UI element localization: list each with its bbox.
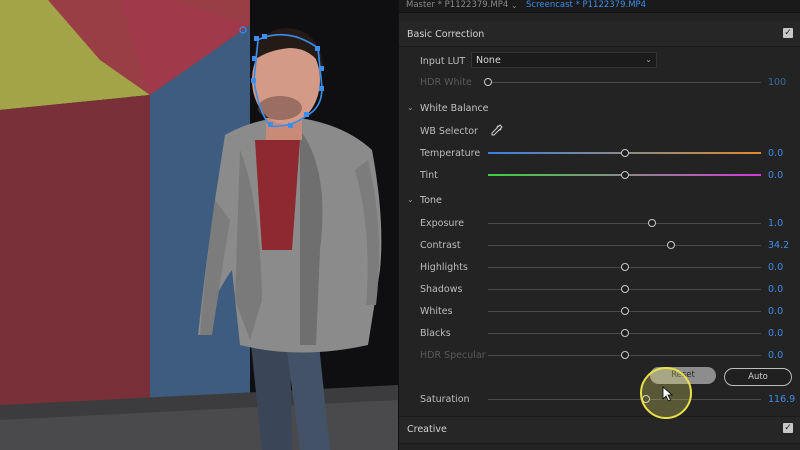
white-balance-title: White Balance (420, 103, 489, 114)
tab-master-clip[interactable]: Master * P1122379.MP4 (406, 0, 508, 11)
slider-knob[interactable] (620, 351, 629, 359)
slider-knob[interactable] (620, 329, 629, 337)
slider-label: Shadows (420, 284, 463, 295)
video-frame (0, 0, 398, 450)
input-lut-row: Input LUT None ⌄ (399, 52, 800, 69)
tone-slider-exposure: Exposure 1.0 (399, 215, 800, 231)
input-lut-dropdown[interactable]: None ⌄ (471, 52, 657, 68)
slider-value[interactable]: 0.0 (768, 284, 783, 295)
slider-track[interactable] (488, 223, 761, 224)
slider-label: Highlights (420, 262, 468, 273)
hdr-white-value[interactable]: 100 (768, 77, 786, 88)
chevron-down-icon[interactable]: ⌄ (511, 0, 518, 11)
tab-screencast-clip[interactable]: Screencast * P1122379.MP4 (526, 0, 646, 11)
slider-knob[interactable] (620, 307, 629, 315)
wb-selector-label: WB Selector (420, 126, 478, 137)
saturation-label: Saturation (420, 394, 470, 405)
basic-correction-header[interactable]: Basic Correction ✓ (399, 22, 800, 47)
program-monitor[interactable] (0, 0, 398, 450)
input-lut-value: None (476, 55, 501, 66)
section-title: Creative (407, 424, 447, 435)
lumetri-color-panel: Master * P1122379.MP4 ⌄ Screencast * P11… (398, 0, 800, 450)
tint-row: Tint 0.0 (399, 167, 800, 183)
tone-header[interactable]: ⌄ Tone (399, 194, 800, 208)
slider-label: Exposure (420, 218, 464, 229)
wb-selector-row: WB Selector (399, 123, 800, 139)
slider-knob[interactable] (666, 241, 675, 249)
saturation-value[interactable]: 116.9 (768, 394, 795, 405)
clip-tab-bar: Master * P1122379.MP4 ⌄ Screencast * P11… (399, 0, 800, 13)
saturation-track[interactable] (488, 399, 761, 400)
slider-value[interactable]: 0.0 (768, 262, 783, 273)
slider-value[interactable]: 0.0 (768, 328, 783, 339)
hdr-white-row: HDR White 100 (399, 74, 800, 90)
tone-slider-blacks: Blacks 0.0 (399, 325, 800, 341)
slider-value[interactable]: 0.0 (768, 306, 783, 317)
chevron-down-icon: ⌄ (645, 55, 652, 64)
tint-label: Tint (420, 170, 438, 181)
tone-slider-hdr-specular: HDR Specular 0.0 (399, 347, 800, 363)
saturation-row: Saturation 116.9 (399, 391, 800, 407)
white-balance-header[interactable]: ⌄ White Balance (399, 102, 800, 116)
temperature-value[interactable]: 0.0 (768, 148, 783, 159)
slider-label: Contrast (420, 240, 461, 251)
eyedropper-icon[interactable] (491, 124, 503, 136)
tone-slider-highlights: Highlights 0.0 (399, 259, 800, 275)
hdr-white-label: HDR White (420, 77, 472, 88)
slider-label: Whites (420, 306, 453, 317)
tint-value[interactable]: 0.0 (768, 170, 783, 181)
chevron-down-icon: ⌄ (407, 195, 414, 204)
slider-knob[interactable] (620, 285, 629, 293)
temperature-label: Temperature (420, 148, 481, 159)
creative-header[interactable]: Creative ✓ (399, 416, 800, 444)
slider-knob[interactable] (620, 263, 629, 271)
temperature-knob[interactable] (620, 149, 629, 157)
slider-value[interactable]: 1.0 (768, 218, 783, 229)
slider-knob[interactable] (647, 219, 656, 227)
slider-label: Blacks (420, 328, 451, 339)
section-title: Basic Correction (407, 29, 485, 40)
mouse-cursor-icon (662, 386, 674, 402)
input-lut-label: Input LUT (420, 56, 466, 67)
hdr-white-knob[interactable] (484, 78, 492, 86)
tone-slider-whites: Whites 0.0 (399, 303, 800, 319)
temperature-row: Temperature 0.0 (399, 145, 800, 161)
slider-label: HDR Specular (420, 350, 486, 361)
slider-value[interactable]: 0.0 (768, 350, 783, 361)
hdr-white-track[interactable] (488, 82, 761, 83)
chevron-down-icon: ⌄ (407, 103, 414, 112)
creative-checkbox[interactable]: ✓ (783, 423, 793, 433)
tint-knob[interactable] (620, 171, 629, 179)
auto-button[interactable]: Auto (724, 368, 792, 386)
tone-slider-contrast: Contrast 34.2 (399, 237, 800, 253)
tone-title: Tone (420, 195, 442, 206)
tone-slider-shadows: Shadows 0.0 (399, 281, 800, 297)
slider-value[interactable]: 34.2 (768, 240, 789, 251)
slider-track[interactable] (488, 245, 761, 246)
basic-correction-checkbox[interactable]: ✓ (783, 28, 793, 38)
